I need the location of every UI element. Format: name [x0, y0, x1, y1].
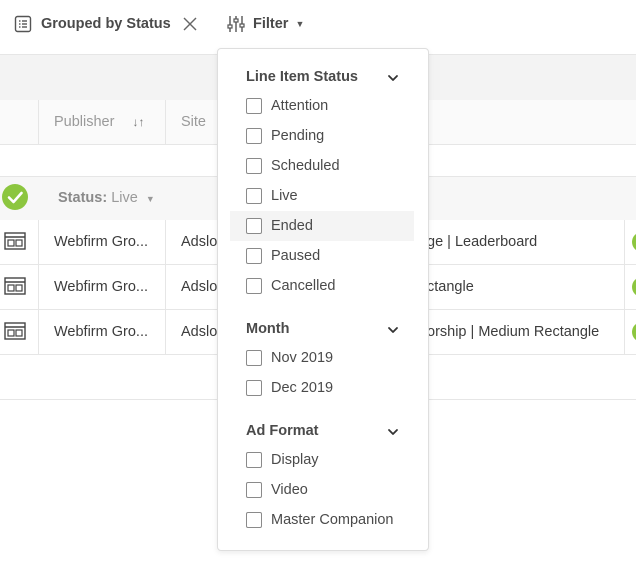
status-live-icon	[2, 184, 28, 210]
filter-option-nov-2019[interactable]: Nov 2019	[230, 343, 414, 373]
option-label: Paused	[271, 248, 321, 264]
group-by-chip[interactable]: Grouped by Status	[14, 14, 197, 34]
option-label: Nov 2019	[271, 350, 334, 366]
option-label: Cancelled	[271, 278, 336, 294]
filter-option-attention[interactable]: Attention	[230, 91, 414, 121]
filter-dropdown: Line Item Status Attention Pending Sched…	[217, 48, 429, 551]
filter-option-display[interactable]: Display	[230, 445, 414, 475]
checkbox[interactable]	[246, 188, 262, 204]
section-title-month: Month	[246, 321, 290, 337]
group-label[interactable]: Status: Live ▼	[58, 177, 155, 220]
close-icon[interactable]	[183, 17, 197, 31]
filter-option-dec-2019[interactable]: Dec 2019	[230, 373, 414, 403]
chevron-down-icon[interactable]	[386, 425, 400, 439]
checkbox[interactable]	[246, 128, 262, 144]
column-publisher-label: Publisher	[54, 114, 115, 130]
column-header-publisher[interactable]: Publisher ↓↑	[54, 100, 144, 144]
cell-name: ctangle	[427, 279, 474, 295]
cell-publisher: Webfirm Gro...	[54, 279, 148, 295]
option-label: Scheduled	[271, 158, 340, 174]
option-label: Attention	[271, 98, 329, 114]
group-by-label: Grouped by Status	[41, 16, 171, 32]
filter-option-pending[interactable]: Pending	[230, 121, 414, 151]
option-label: Ended	[271, 218, 313, 234]
checkbox[interactable]	[246, 248, 262, 264]
sort-icon[interactable]: ↓↑	[132, 115, 144, 129]
display-ad-icon	[4, 277, 26, 300]
display-ad-icon	[4, 322, 26, 345]
filter-button[interactable]: Filter ▼	[227, 14, 304, 34]
checkbox[interactable]	[246, 452, 262, 468]
option-label: Display	[271, 452, 319, 468]
cell-site: Adslo	[181, 279, 218, 295]
filter-option-paused[interactable]: Paused	[230, 241, 414, 271]
filter-option-ended[interactable]: Ended	[230, 211, 414, 241]
checkbox[interactable]	[246, 350, 262, 366]
toolbar: Grouped by Status Filter ▼	[0, 0, 636, 48]
column-site-label: Site	[181, 114, 206, 130]
filter-label: Filter	[253, 16, 289, 32]
filter-option-live[interactable]: Live	[230, 181, 414, 211]
checkbox[interactable]	[246, 98, 262, 114]
cell-publisher: Webfirm Gro...	[54, 234, 148, 250]
checkbox[interactable]	[246, 380, 262, 396]
checkbox[interactable]	[246, 218, 262, 234]
cell-publisher: Webfirm Gro...	[54, 324, 148, 340]
option-label: Pending	[271, 128, 325, 144]
filter-option-master-companion[interactable]: Master Companion	[230, 505, 414, 535]
cell-name: orship | Medium Rectangle	[427, 324, 600, 340]
option-label: Master Companion	[271, 512, 394, 528]
display-ad-icon	[4, 232, 26, 255]
checkbox[interactable]	[246, 278, 262, 294]
caret-down-icon: ▼	[145, 194, 155, 204]
filter-option-video[interactable]: Video	[230, 475, 414, 505]
checkbox[interactable]	[246, 512, 262, 528]
cell-name: ge | Leaderboard	[427, 234, 538, 250]
group-status-key: Status:	[58, 190, 108, 206]
filter-option-scheduled[interactable]: Scheduled	[230, 151, 414, 181]
filter-option-cancelled[interactable]: Cancelled	[230, 271, 414, 301]
column-header-site[interactable]: Site	[181, 100, 206, 144]
option-label: Video	[271, 482, 308, 498]
group-status-value: Live	[111, 190, 138, 206]
checkbox[interactable]	[246, 158, 262, 174]
status-live-icon	[632, 232, 636, 252]
status-live-icon	[632, 277, 636, 297]
chevron-down-icon[interactable]	[386, 323, 400, 337]
section-title-ad-format: Ad Format	[246, 423, 319, 439]
status-live-icon	[632, 322, 636, 342]
sliders-icon	[227, 15, 245, 33]
cell-site: Adslo	[181, 234, 218, 250]
list-icon	[14, 15, 32, 33]
option-label: Live	[271, 188, 298, 204]
caret-down-icon: ▼	[295, 19, 305, 29]
chevron-down-icon[interactable]	[386, 71, 400, 85]
checkbox[interactable]	[246, 482, 262, 498]
section-title-line-item-status: Line Item Status	[246, 69, 358, 85]
cell-site: Adslo	[181, 324, 218, 340]
option-label: Dec 2019	[271, 380, 334, 396]
